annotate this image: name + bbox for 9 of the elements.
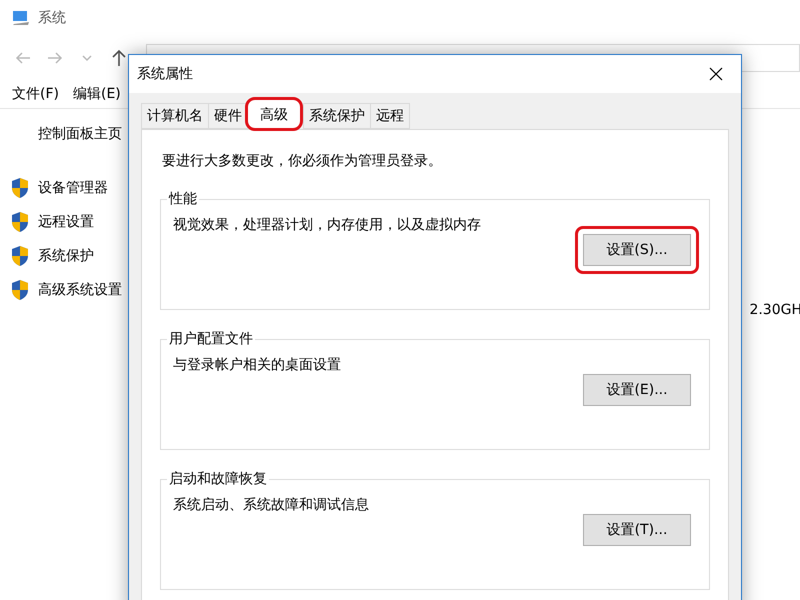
group-description: 与登录帐户相关的桌面设置 (173, 356, 342, 374)
group-description: 系统启动、系统故障和调试信息 (173, 496, 370, 514)
group-title: 启动和故障恢复 (168, 470, 268, 488)
group-title: 用户配置文件 (168, 330, 254, 348)
window-title: 系统 (38, 9, 66, 27)
group-description: 视觉效果，处理器计划，内存使用，以及虚拟内存 (173, 216, 482, 234)
dialog-title: 系统属性 (137, 65, 193, 83)
notice-text: 要进行大多数更改，你必须作为管理员登录。 (162, 152, 443, 170)
group-title: 性能 (168, 190, 198, 208)
